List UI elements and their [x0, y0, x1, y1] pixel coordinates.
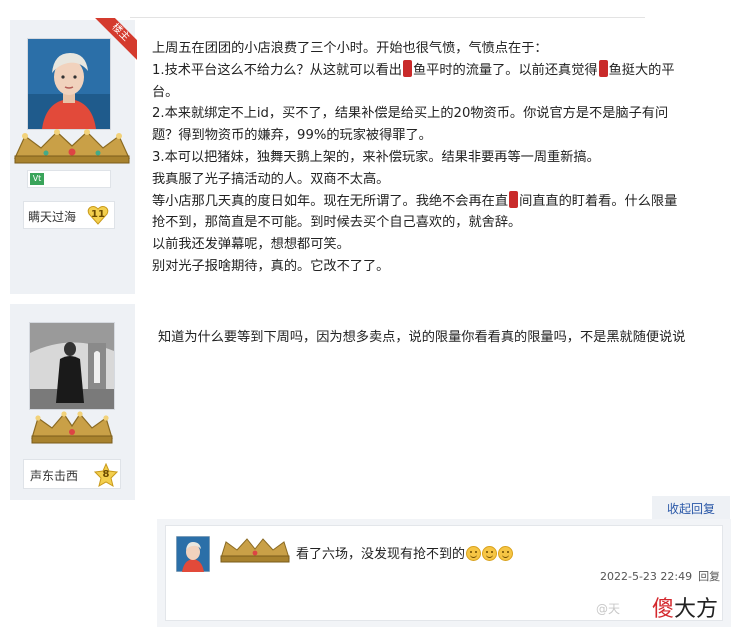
post-body: 知道为什么要等到下周吗，因为想多卖点，说的限量你看看真的限量吗，不是黑就随便说说 — [158, 330, 686, 345]
post-line: 我真服了光子搞活动的人。双商不太高。 — [152, 169, 722, 191]
post-line: 上周五在团团的小店浪费了三个小时。开始也很气愤，气愤点在于： — [152, 38, 722, 60]
user-level: 11 — [91, 209, 105, 220]
redaction-mark — [509, 190, 519, 208]
grin-emoji-icon — [482, 546, 498, 561]
post-line: 3.本可以把猪妹，独舞天鹅上架的，来补偿玩家。结果非要再等一周重新搞。 — [152, 147, 722, 169]
post-line-text: 上周五在团团的小店浪费了三个小时。开始也很气愤，气愤点在于： — [152, 41, 548, 56]
post-line-text: 1.技术平台这么不给力么？从这就可以看出 — [152, 62, 402, 78]
avatar-portrait-icon — [28, 39, 110, 129]
username-box[interactable]: 瞒天过海 11 — [23, 201, 115, 229]
author-sidebar: 楼主 Vt 瞒天过海 11 — [10, 18, 137, 294]
crown-icon — [14, 129, 130, 164]
user-level: 8 — [102, 469, 110, 480]
brand-dark-chars: 大方 — [674, 597, 719, 622]
timestamp: 2022-5-23 22:49 — [600, 570, 693, 583]
post-line: 2.本来就绑定不上id，买不了，结果补偿是给买上的20物资币。你说官方是不是脑子… — [152, 103, 722, 125]
avatar[interactable] — [27, 38, 111, 130]
redaction-mark — [402, 59, 412, 77]
grin-emoji-icon — [466, 546, 482, 561]
crown-icon — [31, 411, 113, 444]
post-line-text: 别对光子报啥期待，真的。它改不了了。 — [152, 258, 390, 274]
post-line: 以前我还发弹幕呢，想想都可笑。 — [152, 234, 722, 256]
post-line-text: 台。 — [152, 84, 179, 100]
post-line: 抢不到，那简直是不可能。到时候去买个自己喜欢的，就舍辞。 — [152, 212, 722, 234]
redaction-mark — [598, 59, 608, 77]
post-line-text: 3.本可以把猪妹，独舞天鹅上架的，来补偿玩家。结果非要再等一周重新搞。 — [152, 149, 600, 165]
grin-emoji-icon — [498, 546, 514, 561]
post-line-text: 鱼挺大的平 — [608, 62, 675, 78]
post-line-text: 等小店那几天真的度日如年。现在无所谓了。我绝不会再在直 — [152, 193, 509, 209]
post-body: 上周五在团团的小店浪费了三个小时。开始也很气愤，气愤点在于： 1.技术平台这么不给… — [152, 38, 722, 278]
crown-icon — [220, 538, 290, 563]
post-line: 台。 — [152, 82, 722, 104]
sub-reply-content: 看了六场，没发现有抢不到的 — [296, 547, 466, 562]
post-line: 别对光子报啥期待，真的。它改不了了。 — [152, 256, 722, 278]
post-line-text: 题？得到物资币的嫌弃，99%的玩家被得罪了。 — [152, 128, 432, 144]
username-box[interactable]: 声东击西 8 — [23, 459, 121, 489]
post-line: 题？得到物资币的嫌弃，99%的玩家被得罪了。 — [152, 125, 722, 147]
post-line-text: 抢不到，那简直是不可能。到时候去买个自己喜欢的，就舍辞。 — [152, 215, 522, 231]
username[interactable]: 声东击西 — [30, 467, 78, 484]
post-line: 等小店那几天真的度日如年。现在无所谓了。我绝不会再在直 间直直的盯着看。什么限量 — [152, 190, 722, 213]
watermark-text: @天 — [596, 602, 621, 616]
post-line-text: 我真服了光子搞活动的人。双商不太高。 — [152, 171, 390, 187]
post-line: 1.技术平台这么不给力么？从这就可以看出 鱼平时的流量了。以前还真觉得 鱼挺大的平 — [152, 59, 722, 82]
avatar-photo-icon — [30, 323, 114, 409]
sub-reply-text: 看了六场，没发现有抢不到的 — [296, 543, 514, 562]
top-divider — [130, 17, 645, 18]
sub-reply-meta: 2022-5-23 22:49 回复 — [600, 568, 720, 584]
reply-link[interactable]: 回复 — [698, 570, 720, 583]
brand-red-char: 傻 — [652, 597, 675, 622]
post-line-text: 鱼平时的流量了。以前还真觉得 — [412, 62, 598, 78]
post-line-text: 2.本来就绑定不上id，买不了，结果补偿是给买上的20物资币。你说官方是不是脑子… — [152, 106, 669, 122]
member-badge: Vt — [27, 170, 111, 188]
author-sidebar: 声东击西 8 — [10, 304, 135, 500]
vip-badge-icon: Vt — [30, 173, 44, 185]
post-line-text: 间直直的盯着看。什么限量 — [519, 193, 678, 209]
avatar[interactable] — [29, 322, 115, 410]
post-line-text: 以前我还发弹幕呢，想想都可笑。 — [152, 237, 350, 253]
sub-reply-avatar[interactable] — [176, 536, 210, 572]
username[interactable]: 瞒天过海 — [28, 208, 76, 225]
brand-watermark: 傻大方 — [652, 591, 718, 623]
